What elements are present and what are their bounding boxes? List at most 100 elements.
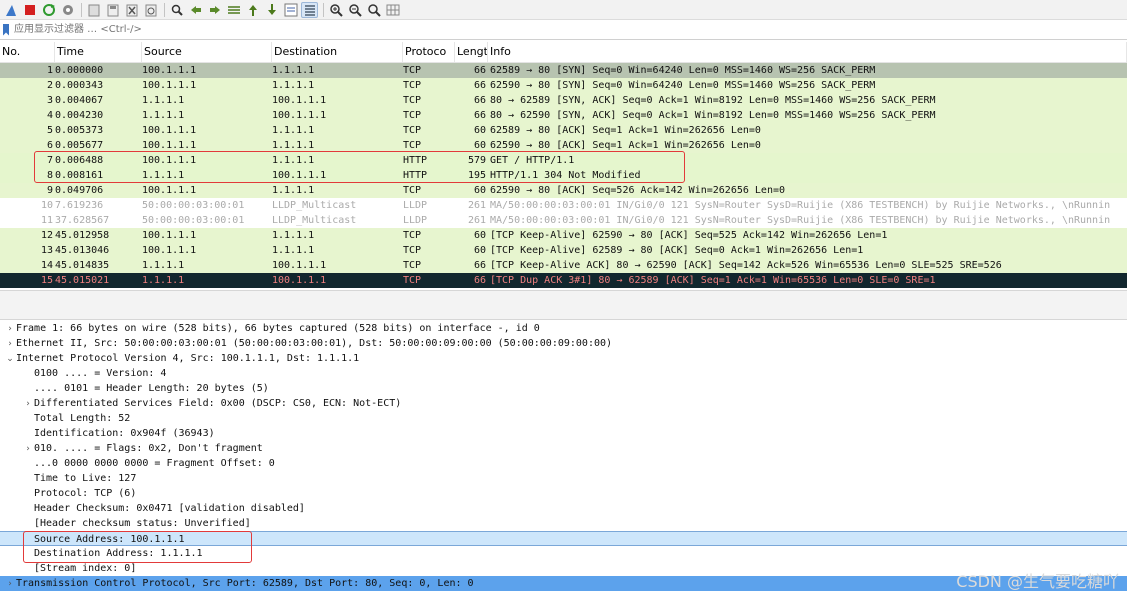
packet-source: 1.1.1.1 xyxy=(142,95,185,106)
packet-time: 0.049706 xyxy=(55,185,104,196)
detail-tree-item[interactable]: .... 0101 = Header Length: 20 bytes (5) xyxy=(0,381,1127,396)
packet-row[interactable]: 8 0.008161 1.1.1.1 100.1.1.1 HTTP 195 HTTP/1.1… xyxy=(0,168,1127,183)
packet-row[interactable]: 10 7.619236 50:00:00:03:00:01 LLDP_Multicas… xyxy=(0,198,1127,213)
packet-info: 80 → 62589 [SYN, ACK] Seq=0 Ack=1 Win=81… xyxy=(490,95,936,106)
detail-tree-item[interactable]: › Ethernet II, Src: 50:00:00:03:00:01 (50… xyxy=(0,336,1127,351)
packet-destination: 1.1.1.1 xyxy=(272,230,315,241)
detail-tree-item[interactable]: › Frame 1: 66 bytes on wire (528 bits), 6… xyxy=(0,321,1127,336)
packet-no: 11 xyxy=(40,215,53,226)
stop-icon[interactable] xyxy=(21,2,38,18)
detail-tree-text: Time to Live: 127 xyxy=(34,473,137,484)
restart-icon[interactable] xyxy=(40,2,57,18)
detail-tree-item[interactable]: Destination Address: 1.1.1.1 xyxy=(0,546,1127,561)
packet-row[interactable]: 11 37.628567 50:00:00:03:00:01 LLDP_Multica… xyxy=(0,213,1127,228)
zoom-out-icon[interactable] xyxy=(346,2,363,18)
detail-tree-item[interactable]: Protocol: TCP (6) xyxy=(0,486,1127,501)
bookmark-icon[interactable] xyxy=(3,23,9,36)
first-packet-icon[interactable] xyxy=(244,2,261,18)
packet-no: 3 xyxy=(46,95,53,106)
packet-row[interactable]: 4 0.004230 1.1.1.1 100.1.1.1 TCP 66 80 → 62590… xyxy=(0,108,1127,123)
column-header-protocol[interactable]: Protoco xyxy=(403,42,455,62)
detail-tree-item[interactable]: [Header checksum status: Unverified] xyxy=(0,516,1127,531)
detail-tree-item[interactable]: ...0 0000 0000 0000 = Fragment Offset: 0 xyxy=(0,456,1127,471)
packet-rows: 1 0.000000 100.1.1.1 1.1.1.1 TCP 66 62589 → 80… xyxy=(0,63,1127,288)
packet-list: No. Time Source Destination Protoco Leng… xyxy=(0,42,1127,290)
packet-source: 100.1.1.1 xyxy=(142,125,197,136)
packet-row[interactable]: 6 0.005677 100.1.1.1 1.1.1.1 TCP 60 62590 → 80… xyxy=(0,138,1127,153)
detail-tree-item[interactable]: Total Length: 52 xyxy=(0,411,1127,426)
detail-tree-text: [Stream index: 0] xyxy=(34,563,137,574)
packet-destination: LLDP_Multicast xyxy=(272,215,357,226)
packet-length: 261 xyxy=(467,215,486,226)
zoom-normal-icon[interactable] xyxy=(365,2,382,18)
find-icon[interactable] xyxy=(168,2,185,18)
go-back-icon[interactable] xyxy=(187,2,204,18)
packet-row[interactable]: 13 45.013046 100.1.1.1 1.1.1.1 TCP 60 [TCP Kee… xyxy=(0,243,1127,258)
colorize-icon[interactable] xyxy=(301,1,318,18)
resize-columns-icon[interactable] xyxy=(384,2,401,18)
detail-tree-item[interactable]: ⌄ Internet Protocol Version 4, Src: 100.1… xyxy=(0,351,1127,366)
detail-tree-item[interactable]: › Differentiated Services Field: 0x00 (DS… xyxy=(0,396,1127,411)
expand-arrow-icon[interactable]: › xyxy=(4,577,16,592)
save-icon[interactable] xyxy=(104,2,121,18)
packet-no: 14 xyxy=(40,260,53,271)
packet-no: 7 xyxy=(46,155,53,166)
detail-tree-item[interactable]: Source Address: 100.1.1.1 xyxy=(0,531,1127,546)
detail-tree-text: Internet Protocol Version 4, Src: 100.1.… xyxy=(16,353,360,364)
shark-fin-icon[interactable] xyxy=(2,2,19,18)
column-header-destination[interactable]: Destination xyxy=(272,42,403,62)
detail-tree-text: 0100 .... = Version: 4 xyxy=(34,368,167,379)
open-file-icon[interactable] xyxy=(85,2,102,18)
display-filter-input[interactable] xyxy=(14,20,1127,39)
detail-tree-item[interactable]: 0100 .... = Version: 4 xyxy=(0,366,1127,381)
packet-row[interactable]: 2 0.000343 100.1.1.1 1.1.1.1 TCP 66 62590 → 80… xyxy=(0,78,1127,93)
options-icon[interactable] xyxy=(59,2,76,18)
packet-time: 45.015021 xyxy=(55,275,110,286)
pane-splitter[interactable] xyxy=(0,290,1127,320)
column-header-time[interactable]: Time xyxy=(55,42,142,62)
packet-destination: 1.1.1.1 xyxy=(272,245,315,256)
packet-time: 0.008161 xyxy=(55,170,104,181)
packet-protocol: TCP xyxy=(403,80,422,91)
packet-destination: 100.1.1.1 xyxy=(272,275,327,286)
packet-row[interactable]: 5 0.005373 100.1.1.1 1.1.1.1 TCP 60 62589 → 80… xyxy=(0,123,1127,138)
autoscroll-icon[interactable] xyxy=(282,2,299,18)
packet-source: 1.1.1.1 xyxy=(142,170,185,181)
expand-arrow-icon[interactable]: › xyxy=(22,442,34,457)
packet-no: 5 xyxy=(46,125,53,136)
packet-info: 62589 → 80 [ACK] Seq=1 Ack=1 Win=262656 … xyxy=(490,125,761,136)
detail-tree-item[interactable]: Identification: 0x904f (36943) xyxy=(0,426,1127,441)
packet-row[interactable]: 15 45.015021 1.1.1.1 100.1.1.1 TCP 66 [TCP Dup… xyxy=(0,273,1127,288)
detail-tree-item[interactable]: Header Checksum: 0x0471 [validation disa… xyxy=(0,501,1127,516)
column-header-length[interactable]: Lengt xyxy=(455,42,488,62)
toolbar-separator xyxy=(81,2,82,17)
packet-row[interactable]: 9 0.049706 100.1.1.1 1.1.1.1 TCP 60 62590 → 80… xyxy=(0,183,1127,198)
go-to-packet-icon[interactable] xyxy=(225,2,242,18)
expand-arrow-icon[interactable]: › xyxy=(4,322,16,337)
detail-tree-text: Protocol: TCP (6) xyxy=(34,488,137,499)
expand-arrow-icon[interactable]: › xyxy=(22,397,34,412)
column-header-info[interactable]: Info xyxy=(488,42,1127,62)
packet-row[interactable]: 7 0.006488 100.1.1.1 1.1.1.1 HTTP 579 GET / HT… xyxy=(0,153,1127,168)
last-packet-icon[interactable] xyxy=(263,2,280,18)
packet-protocol: TCP xyxy=(403,230,422,241)
packet-row[interactable]: 14 45.014835 1.1.1.1 100.1.1.1 TCP 66 [TCP Kee… xyxy=(0,258,1127,273)
column-header-no[interactable]: No. xyxy=(0,42,55,62)
packet-row[interactable]: 12 45.012958 100.1.1.1 1.1.1.1 TCP 60 [TCP Kee… xyxy=(0,228,1127,243)
detail-tree-text: Differentiated Services Field: 0x00 (DSC… xyxy=(34,398,402,409)
zoom-in-icon[interactable] xyxy=(327,2,344,18)
packet-row[interactable]: 3 0.004067 1.1.1.1 100.1.1.1 TCP 66 80 → 62589… xyxy=(0,93,1127,108)
detail-tree-item[interactable]: Time to Live: 127 xyxy=(0,471,1127,486)
detail-tree-text: Transmission Control Protocol, Src Port:… xyxy=(16,578,474,589)
go-forward-icon[interactable] xyxy=(206,2,223,18)
column-header-source[interactable]: Source xyxy=(142,42,272,62)
collapse-arrow-icon[interactable]: ⌄ xyxy=(4,352,16,367)
packet-time: 45.012958 xyxy=(55,230,110,241)
detail-tree-item[interactable]: › 010. .... = Flags: 0x2, Don't fragment xyxy=(0,441,1127,456)
display-filter-bar xyxy=(0,20,1127,40)
expand-arrow-icon[interactable]: › xyxy=(4,337,16,352)
packet-no: 15 xyxy=(40,275,53,286)
packet-row[interactable]: 1 0.000000 100.1.1.1 1.1.1.1 TCP 66 62589 → 80… xyxy=(0,63,1127,78)
reload-icon[interactable] xyxy=(142,2,159,18)
close-file-icon[interactable] xyxy=(123,2,140,18)
